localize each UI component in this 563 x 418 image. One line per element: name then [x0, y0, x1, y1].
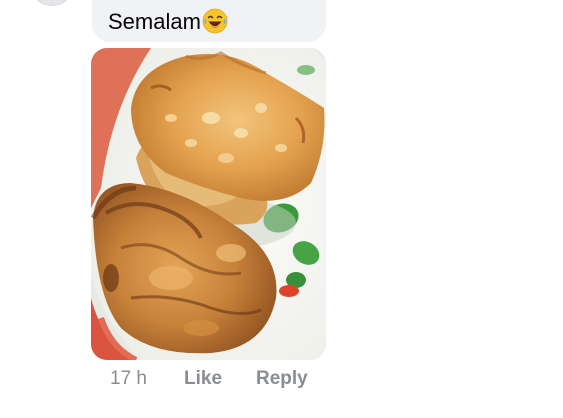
comment-text: Semalam — [108, 8, 228, 35]
like-button[interactable]: Like — [184, 366, 222, 392]
timestamp[interactable]: 17 h — [110, 366, 147, 392]
fritters-plate-image — [91, 48, 326, 360]
comment-text-label: Semalam — [108, 9, 201, 34]
reply-button[interactable]: Reply — [256, 366, 308, 392]
laughing-tears-icon — [202, 8, 228, 34]
avatar[interactable] — [30, 0, 74, 6]
food-photo[interactable] — [91, 48, 326, 360]
